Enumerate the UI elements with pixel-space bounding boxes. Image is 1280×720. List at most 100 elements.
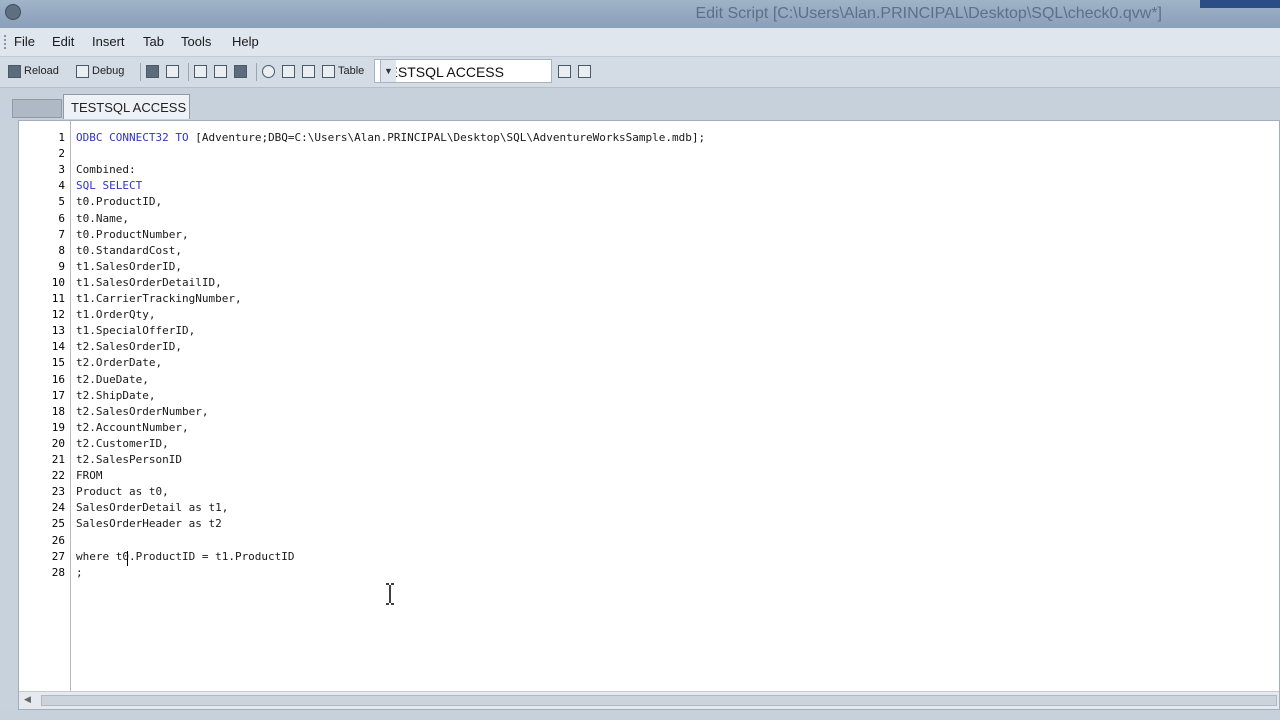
line-number: 1 (58, 131, 65, 144)
print-icon (166, 64, 179, 78)
line-number: 17 (51, 388, 65, 402)
code-text: t2.DueDate, (76, 372, 149, 386)
search-button[interactable] (262, 62, 275, 80)
redo-icon (302, 64, 315, 78)
table-button[interactable]: Table (322, 62, 364, 80)
reload-button[interactable]: Reload (8, 62, 59, 80)
code-line[interactable]: 13 t1.SpecialOfferID, (19, 323, 1259, 339)
menu-tools[interactable]: Tools (181, 34, 211, 49)
line-number: 16 (51, 372, 65, 386)
code-line[interactable]: 10 t1.SalesOrderDetailID, (19, 275, 1259, 291)
window-controls[interactable] (1200, 0, 1280, 8)
line-number: 13 (51, 324, 65, 338)
code-text: FROM (76, 469, 103, 483)
code-line[interactable]: 6 t0.Name, (19, 211, 1259, 227)
line-number: 10 (51, 275, 65, 289)
menu-help[interactable]: Help (232, 34, 259, 49)
code-line[interactable]: 16 t2.DueDate, (19, 372, 1259, 388)
toolbar-separator (256, 63, 257, 81)
scissors-icon (194, 64, 207, 78)
chevron-down-icon[interactable]: ▼ (380, 60, 396, 82)
line-number: 23 (51, 485, 65, 499)
code-line[interactable]: 14 t2.SalesOrderID, (19, 339, 1259, 355)
reload-icon (8, 64, 21, 78)
code-line[interactable]: 19 t2.AccountNumber, (19, 420, 1259, 436)
code-text: SalesOrderHeader as t2 (76, 517, 222, 531)
code-text: ODBC CONNECT32 TO [Adventure;DBQ=C:\User… (76, 130, 705, 146)
code-line[interactable]: 8 t0.StandardCost, (19, 243, 1259, 259)
code-line[interactable]: 20 t2.CustomerID, (19, 436, 1259, 452)
title-bar: Edit Script [C:\Users\Alan.PRINCIPAL\Des… (0, 0, 1280, 28)
tab-main[interactable]: Main (12, 99, 62, 118)
menu-insert[interactable]: Insert (92, 34, 125, 49)
horizontal-scrollbar[interactable]: ◀ (19, 691, 1279, 709)
line-number: 18 (51, 404, 65, 418)
app-icon[interactable] (5, 4, 21, 20)
code-line[interactable]: 7 t0.ProductNumber, (19, 227, 1259, 243)
menu-edit[interactable]: Edit (52, 34, 74, 49)
code-line[interactable]: 12 t1.OrderQty, (19, 307, 1259, 323)
toolbar-grip[interactable] (4, 35, 10, 49)
line-number: 25 (51, 517, 65, 531)
menu-tab[interactable]: Tab (143, 34, 164, 49)
search-icon (262, 64, 275, 78)
redo-button[interactable] (302, 62, 315, 80)
code-line[interactable]: 3 Combined: (19, 162, 1259, 178)
code-line[interactable]: 5 t0.ProductID, (19, 194, 1259, 210)
code-text: t2.AccountNumber, (76, 420, 189, 434)
keyword-token: SQL SELECT (76, 179, 143, 193)
code-line[interactable]: 26 (19, 533, 1259, 549)
code-line[interactable]: 9 t1.SalesOrderID, (19, 259, 1259, 275)
print-button[interactable] (166, 62, 179, 80)
code-text: t0.StandardCost, (76, 243, 182, 257)
code-line[interactable]: 4 SQL SELECT (19, 178, 1259, 194)
code-text: t1.SalesOrderID, (76, 259, 182, 273)
code-line[interactable]: 1 ODBC CONNECT32 TO [Adventure;DBQ=C:\Use… (19, 130, 1259, 146)
code-line[interactable]: 24 SalesOrderDetail as t1, (19, 500, 1259, 516)
cut-button[interactable] (194, 62, 207, 80)
debug-button[interactable]: Debug (76, 62, 124, 80)
code-text: t1.SpecialOfferID, (76, 324, 196, 338)
line-number: 24 (51, 501, 65, 515)
code-line[interactable]: 28; (19, 565, 1259, 581)
arrow-right-icon (578, 64, 591, 78)
menu-bar: File Edit Insert Tab Tools Help (0, 28, 1280, 57)
code-line[interactable]: 27 where t0.ProductID = t1.ProductID (19, 549, 1259, 565)
code-line[interactable]: 17 t2.ShipDate, (19, 388, 1259, 404)
scrollbar-thumb[interactable] (41, 695, 1277, 706)
code-line[interactable]: 22 FROM (19, 468, 1259, 484)
code-line[interactable]: 15 t2.OrderDate, (19, 355, 1259, 371)
code-text: SQL SELECT (76, 178, 142, 194)
line-number: 20 (51, 436, 65, 450)
tab-action-button[interactable] (558, 62, 571, 80)
line-number: 22 (51, 469, 65, 483)
tab-main-label: Main (13, 100, 40, 114)
scroll-left-icon[interactable]: ◀ (24, 695, 31, 705)
tab-arrow-button[interactable] (578, 62, 591, 80)
code-line[interactable]: 18 t2.SalesOrderNumber, (19, 404, 1259, 420)
menu-file[interactable]: File (14, 34, 35, 49)
tab-testsql-access[interactable]: TESTSQL ACCESS (63, 94, 190, 119)
copy-button[interactable] (214, 62, 227, 80)
tab-active-label: TESTSQL ACCESS (71, 100, 187, 115)
code-line[interactable]: 2 (19, 146, 1259, 162)
code-text: t2.SalesOrderID, (76, 340, 182, 354)
toolbar-separator (140, 63, 141, 81)
debug-icon (76, 64, 89, 78)
line-number: 28 (51, 565, 65, 579)
code-text: t2.OrderDate, (76, 356, 163, 370)
tab-select[interactable]: TESTSQL ACCESS ▼ (374, 59, 552, 83)
paste-icon (234, 64, 247, 78)
line-number: 6 (58, 211, 65, 225)
code-text: where t0.ProductID = t1.ProductID (76, 549, 295, 563)
code-line[interactable]: 23 Product as t0, (19, 484, 1259, 500)
toolbar-separator (188, 63, 189, 81)
save-button[interactable] (146, 62, 159, 80)
undo-button[interactable] (282, 62, 295, 80)
paste-button[interactable] (234, 62, 247, 80)
code-line[interactable]: 25 SalesOrderHeader as t2 (19, 516, 1259, 532)
script-editor[interactable]: 1 ODBC CONNECT32 TO [Adventure;DBQ=C:\Use… (18, 120, 1280, 710)
code-line[interactable]: 21 t2.SalesPersonID (19, 452, 1259, 468)
code-line[interactable]: 11 t1.CarrierTrackingNumber, (19, 291, 1259, 307)
line-number: 11 (51, 292, 65, 305)
